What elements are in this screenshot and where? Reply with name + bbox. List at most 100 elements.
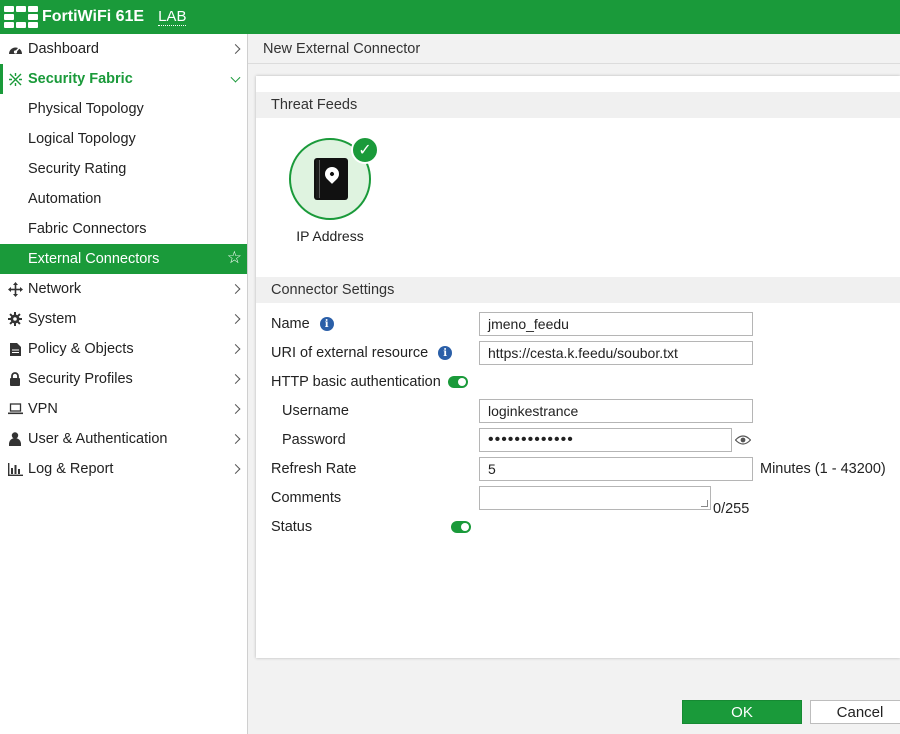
laptop-icon [6, 401, 24, 417]
sidebar-item-dashboard[interactable]: Dashboard [0, 34, 247, 64]
threat-feeds-heading: Threat Feeds [256, 92, 900, 118]
lock-icon [6, 371, 24, 387]
chevron-right-icon [230, 434, 241, 444]
connector-form-card: Threat Feeds ✓ IP Address Connector Sett… [256, 76, 900, 658]
sidebar-item-policy-objects[interactable]: Policy & Objects [0, 334, 247, 364]
cancel-button[interactable]: Cancel [810, 700, 900, 724]
check-icon: ✓ [351, 136, 379, 164]
chevron-right-icon [230, 404, 241, 414]
username-row: Username [282, 399, 349, 423]
refresh-rate-input-value: 5 [488, 461, 496, 477]
security-fabric-icon [6, 71, 24, 87]
sidebar-item-label: Policy & Objects [28, 341, 134, 357]
info-icon[interactable]: i [438, 346, 453, 360]
username-input[interactable]: loginkestrance [479, 399, 753, 423]
ip-address-feed-tile[interactable]: ✓ IP Address [286, 136, 379, 244]
device-tag[interactable]: LAB [158, 8, 187, 26]
sidebar-item-label: Logical Topology [28, 131, 136, 147]
sidebar-item-logical-topology[interactable]: Logical Topology [0, 124, 247, 154]
main-content: New External Connector Threat Feeds ✓ IP… [248, 34, 900, 734]
status-row: Status [271, 515, 312, 539]
feed-circle: ✓ [289, 136, 379, 220]
sidebar-item-label: Security Profiles [28, 371, 133, 387]
refresh-rate-input[interactable]: 5 [479, 457, 753, 481]
sidebar-item-label: External Connectors [28, 251, 160, 267]
comments-textarea[interactable] [479, 486, 711, 510]
chevron-right-icon [230, 374, 241, 384]
chevron-right-icon [230, 314, 241, 324]
uri-input[interactable]: https://cesta.k.feedu/soubor.txt [479, 341, 753, 365]
password-input[interactable]: ••••••••••••• [479, 428, 732, 452]
refresh-rate-units: Minutes (1 - 43200) [760, 461, 886, 477]
eye-icon[interactable] [735, 428, 751, 452]
address-book-icon [314, 158, 348, 200]
sidebar-item-fabric-connectors[interactable]: Fabric Connectors [0, 214, 247, 244]
page-title: New External Connector [248, 34, 900, 64]
sidebar-item-physical-topology[interactable]: Physical Topology [0, 94, 247, 124]
username-input-value: loginkestrance [488, 403, 579, 419]
chevron-down-icon [230, 72, 241, 83]
sidebar-item-label: Fabric Connectors [28, 221, 147, 237]
password-input-value: ••••••••••••• [488, 431, 574, 448]
sidebar-item-label: Security Fabric [28, 71, 133, 87]
sidebar-item-security-profiles[interactable]: Security Profiles [0, 364, 247, 394]
connector-settings-heading-text: Connector Settings [271, 282, 395, 298]
name-input-value: jmeno_feedu [488, 316, 569, 332]
uri-row: URI of external resource i [271, 341, 453, 365]
ok-button[interactable]: OK [682, 700, 802, 724]
sidebar-item-label: System [28, 311, 77, 327]
network-icon [6, 281, 24, 297]
sidebar-item-label: Network [28, 281, 82, 297]
form-footer: OK Cancel [248, 694, 900, 734]
bar-chart-icon [6, 461, 24, 477]
sidebar-item-automation[interactable]: Automation [0, 184, 247, 214]
sidebar: Dashboard Security Fabric Physical Topol… [0, 34, 248, 734]
http-auth-row: HTTP basic authentication [271, 370, 468, 394]
policy-icon [6, 341, 24, 357]
info-icon[interactable]: i [319, 317, 334, 331]
device-name: FortiWiFi 61E [42, 8, 145, 25]
name-input[interactable]: jmeno_feedu [479, 312, 753, 336]
sidebar-item-label: User & Authentication [28, 431, 168, 447]
sidebar-item-label: Physical Topology [28, 101, 144, 117]
sidebar-item-label: Automation [28, 191, 102, 207]
threat-feeds-heading-text: Threat Feeds [271, 97, 358, 113]
sidebar-item-security-rating[interactable]: Security Rating [0, 154, 247, 184]
uri-input-value: https://cesta.k.feedu/soubor.txt [488, 345, 678, 361]
sidebar-item-label: Security Rating [28, 161, 127, 177]
gear-icon [6, 311, 24, 327]
sidebar-item-label: VPN [28, 401, 58, 417]
refresh-rate-label: Refresh Rate [271, 461, 357, 477]
connector-settings-heading: Connector Settings [256, 277, 900, 303]
name-row: Name i [271, 312, 334, 336]
password-row: Password [282, 428, 346, 452]
comments-label: Comments [271, 490, 342, 506]
top-bar: FortiWiFi 61E LAB [0, 0, 900, 34]
sidebar-item-network[interactable]: Network [0, 274, 247, 304]
http-auth-label: HTTP basic authentication [271, 374, 441, 390]
chevron-right-icon [230, 44, 241, 54]
sidebar-item-security-fabric[interactable]: Security Fabric [0, 64, 247, 94]
name-label: Name [271, 316, 310, 332]
sidebar-item-vpn[interactable]: VPN [0, 394, 247, 424]
status-toggle[interactable] [451, 521, 471, 533]
sidebar-item-user-authentication[interactable]: User & Authentication [0, 424, 247, 454]
sidebar-item-label: Dashboard [28, 41, 99, 57]
dashboard-icon [6, 41, 24, 57]
status-label: Status [271, 519, 313, 535]
star-icon[interactable]: ☆ [227, 249, 242, 267]
chevron-right-icon [230, 464, 241, 474]
user-icon [6, 431, 24, 447]
map-pin-icon [322, 164, 342, 184]
sidebar-item-log-report[interactable]: Log & Report [0, 454, 247, 484]
password-label: Password [282, 432, 346, 448]
sidebar-item-system[interactable]: System [0, 304, 247, 334]
feed-tile-label: IP Address [296, 228, 364, 244]
page-title-text: New External Connector [263, 40, 421, 57]
username-label: Username [282, 403, 349, 419]
sidebar-item-external-connectors[interactable]: External Connectors ☆ [0, 244, 247, 274]
chevron-right-icon [230, 284, 241, 294]
comments-counter: 0/255 [713, 501, 750, 517]
http-auth-toggle[interactable] [447, 376, 468, 388]
fortinet-logo-icon [4, 6, 38, 28]
